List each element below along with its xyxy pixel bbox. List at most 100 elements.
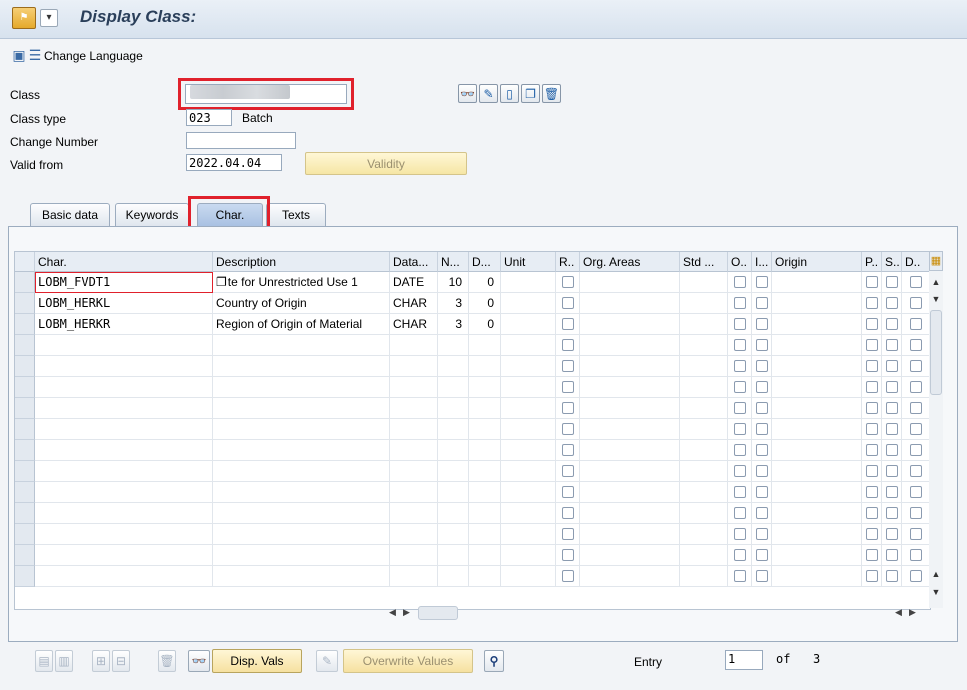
cell-n[interactable]: 3 (438, 293, 469, 314)
header-r[interactable]: R.. (556, 252, 580, 272)
scroll-up-icon[interactable]: ▲ (929, 277, 943, 287)
valid-from-input[interactable]: 2022.04.04 (186, 154, 282, 171)
checkbox[interactable] (910, 339, 922, 351)
checkbox[interactable] (562, 570, 574, 582)
checkbox[interactable] (886, 507, 898, 519)
cell-org-areas[interactable] (580, 356, 680, 377)
cell-char[interactable] (35, 356, 213, 377)
cell-char[interactable] (35, 503, 213, 524)
change-language-button[interactable]: Change Language (44, 49, 143, 63)
delete-row-icon[interactable]: 🗑 (158, 650, 176, 672)
cell-datatype[interactable] (390, 398, 438, 419)
checkbox[interactable] (562, 339, 574, 351)
cell-d[interactable] (469, 335, 501, 356)
cell-d[interactable] (469, 482, 501, 503)
find-icon[interactable]: ⚲ (484, 650, 504, 672)
cell-std[interactable] (680, 545, 728, 566)
cell-char[interactable] (35, 335, 213, 356)
header-origin[interactable]: Origin (772, 252, 862, 272)
header-char[interactable]: Char. (35, 252, 213, 272)
header-d[interactable]: D... (469, 252, 501, 272)
cell-std[interactable] (680, 293, 728, 314)
cell-datatype[interactable] (390, 545, 438, 566)
checkbox[interactable] (910, 465, 922, 477)
cell-d[interactable] (469, 440, 501, 461)
cell-org-areas[interactable] (580, 398, 680, 419)
scroll-left-icon[interactable]: ◀ (389, 607, 396, 618)
checkbox[interactable] (756, 402, 768, 414)
cell-std[interactable] (680, 356, 728, 377)
header-dd[interactable]: D.. (902, 252, 930, 272)
cell-unit[interactable] (501, 377, 556, 398)
cell-d[interactable] (469, 377, 501, 398)
checkbox[interactable] (734, 423, 746, 435)
checkbox[interactable] (756, 381, 768, 393)
app-menu-icon[interactable]: ⚑ (12, 7, 36, 29)
cell-datatype[interactable] (390, 482, 438, 503)
checkbox[interactable] (886, 381, 898, 393)
checkbox[interactable] (756, 507, 768, 519)
cell-org-areas[interactable] (580, 293, 680, 314)
cell-std[interactable] (680, 482, 728, 503)
class-type-input[interactable]: 023 (186, 109, 232, 126)
cell-description[interactable] (213, 377, 390, 398)
cell-origin[interactable] (772, 566, 862, 587)
checkbox[interactable] (866, 381, 878, 393)
cell-std[interactable] (680, 377, 728, 398)
cell-n[interactable] (438, 419, 469, 440)
cell-datatype[interactable] (390, 566, 438, 587)
cell-std[interactable] (680, 272, 728, 293)
cell-unit[interactable] (501, 503, 556, 524)
scroll-right-icon[interactable]: ▶ (403, 607, 410, 618)
list-icon[interactable]: ☰ (27, 47, 43, 63)
cell-char[interactable] (35, 482, 213, 503)
menu-dropdown-icon[interactable]: ▾ (40, 9, 58, 27)
checkbox[interactable] (562, 465, 574, 477)
cell-char[interactable] (35, 461, 213, 482)
checkbox[interactable] (562, 360, 574, 372)
checkbox[interactable] (886, 318, 898, 330)
cell-char[interactable] (35, 377, 213, 398)
checkbox[interactable] (910, 507, 922, 519)
cell-description[interactable] (213, 356, 390, 377)
cell-d[interactable] (469, 419, 501, 440)
cell-org-areas[interactable] (580, 545, 680, 566)
header-i[interactable]: I... (752, 252, 772, 272)
row-selector[interactable] (15, 566, 35, 587)
validity-button[interactable]: Validity (305, 152, 467, 175)
cell-description[interactable] (213, 566, 390, 587)
cell-org-areas[interactable] (580, 461, 680, 482)
scroll-page-down-icon[interactable]: ▼ (929, 587, 943, 597)
checkbox[interactable] (866, 339, 878, 351)
cell-description[interactable] (213, 335, 390, 356)
cell-datatype[interactable] (390, 440, 438, 461)
cell-char[interactable] (35, 398, 213, 419)
cell-origin[interactable] (772, 356, 862, 377)
row-selector[interactable] (15, 272, 35, 293)
checkbox[interactable] (562, 507, 574, 519)
checkbox[interactable] (734, 570, 746, 582)
checkbox[interactable] (866, 318, 878, 330)
cell-d[interactable]: 0 (469, 272, 501, 293)
cell-unit[interactable] (501, 461, 556, 482)
cell-unit[interactable] (501, 524, 556, 545)
cell-origin[interactable] (772, 524, 862, 545)
cell-origin[interactable] (772, 482, 862, 503)
cell-description[interactable] (213, 482, 390, 503)
cell-origin[interactable] (772, 440, 862, 461)
cell-char[interactable] (35, 524, 213, 545)
cell-origin[interactable] (772, 293, 862, 314)
cell-org-areas[interactable] (580, 314, 680, 335)
header-org-areas[interactable]: Org. Areas (580, 252, 680, 272)
cell-unit[interactable] (501, 419, 556, 440)
checkbox[interactable] (910, 549, 922, 561)
cell-char[interactable]: LOBM_HERKL (35, 293, 213, 314)
checkbox[interactable] (886, 360, 898, 372)
cell-datatype[interactable] (390, 503, 438, 524)
checkbox[interactable] (910, 444, 922, 456)
deselect-all-icon[interactable]: ▥ (55, 650, 73, 672)
overwrite-icon[interactable]: ✎ (316, 650, 338, 672)
checkbox[interactable] (756, 528, 768, 540)
cell-char[interactable]: LOBM_FVDT1 (35, 272, 213, 293)
tab-keywords[interactable]: Keywords (115, 203, 189, 226)
